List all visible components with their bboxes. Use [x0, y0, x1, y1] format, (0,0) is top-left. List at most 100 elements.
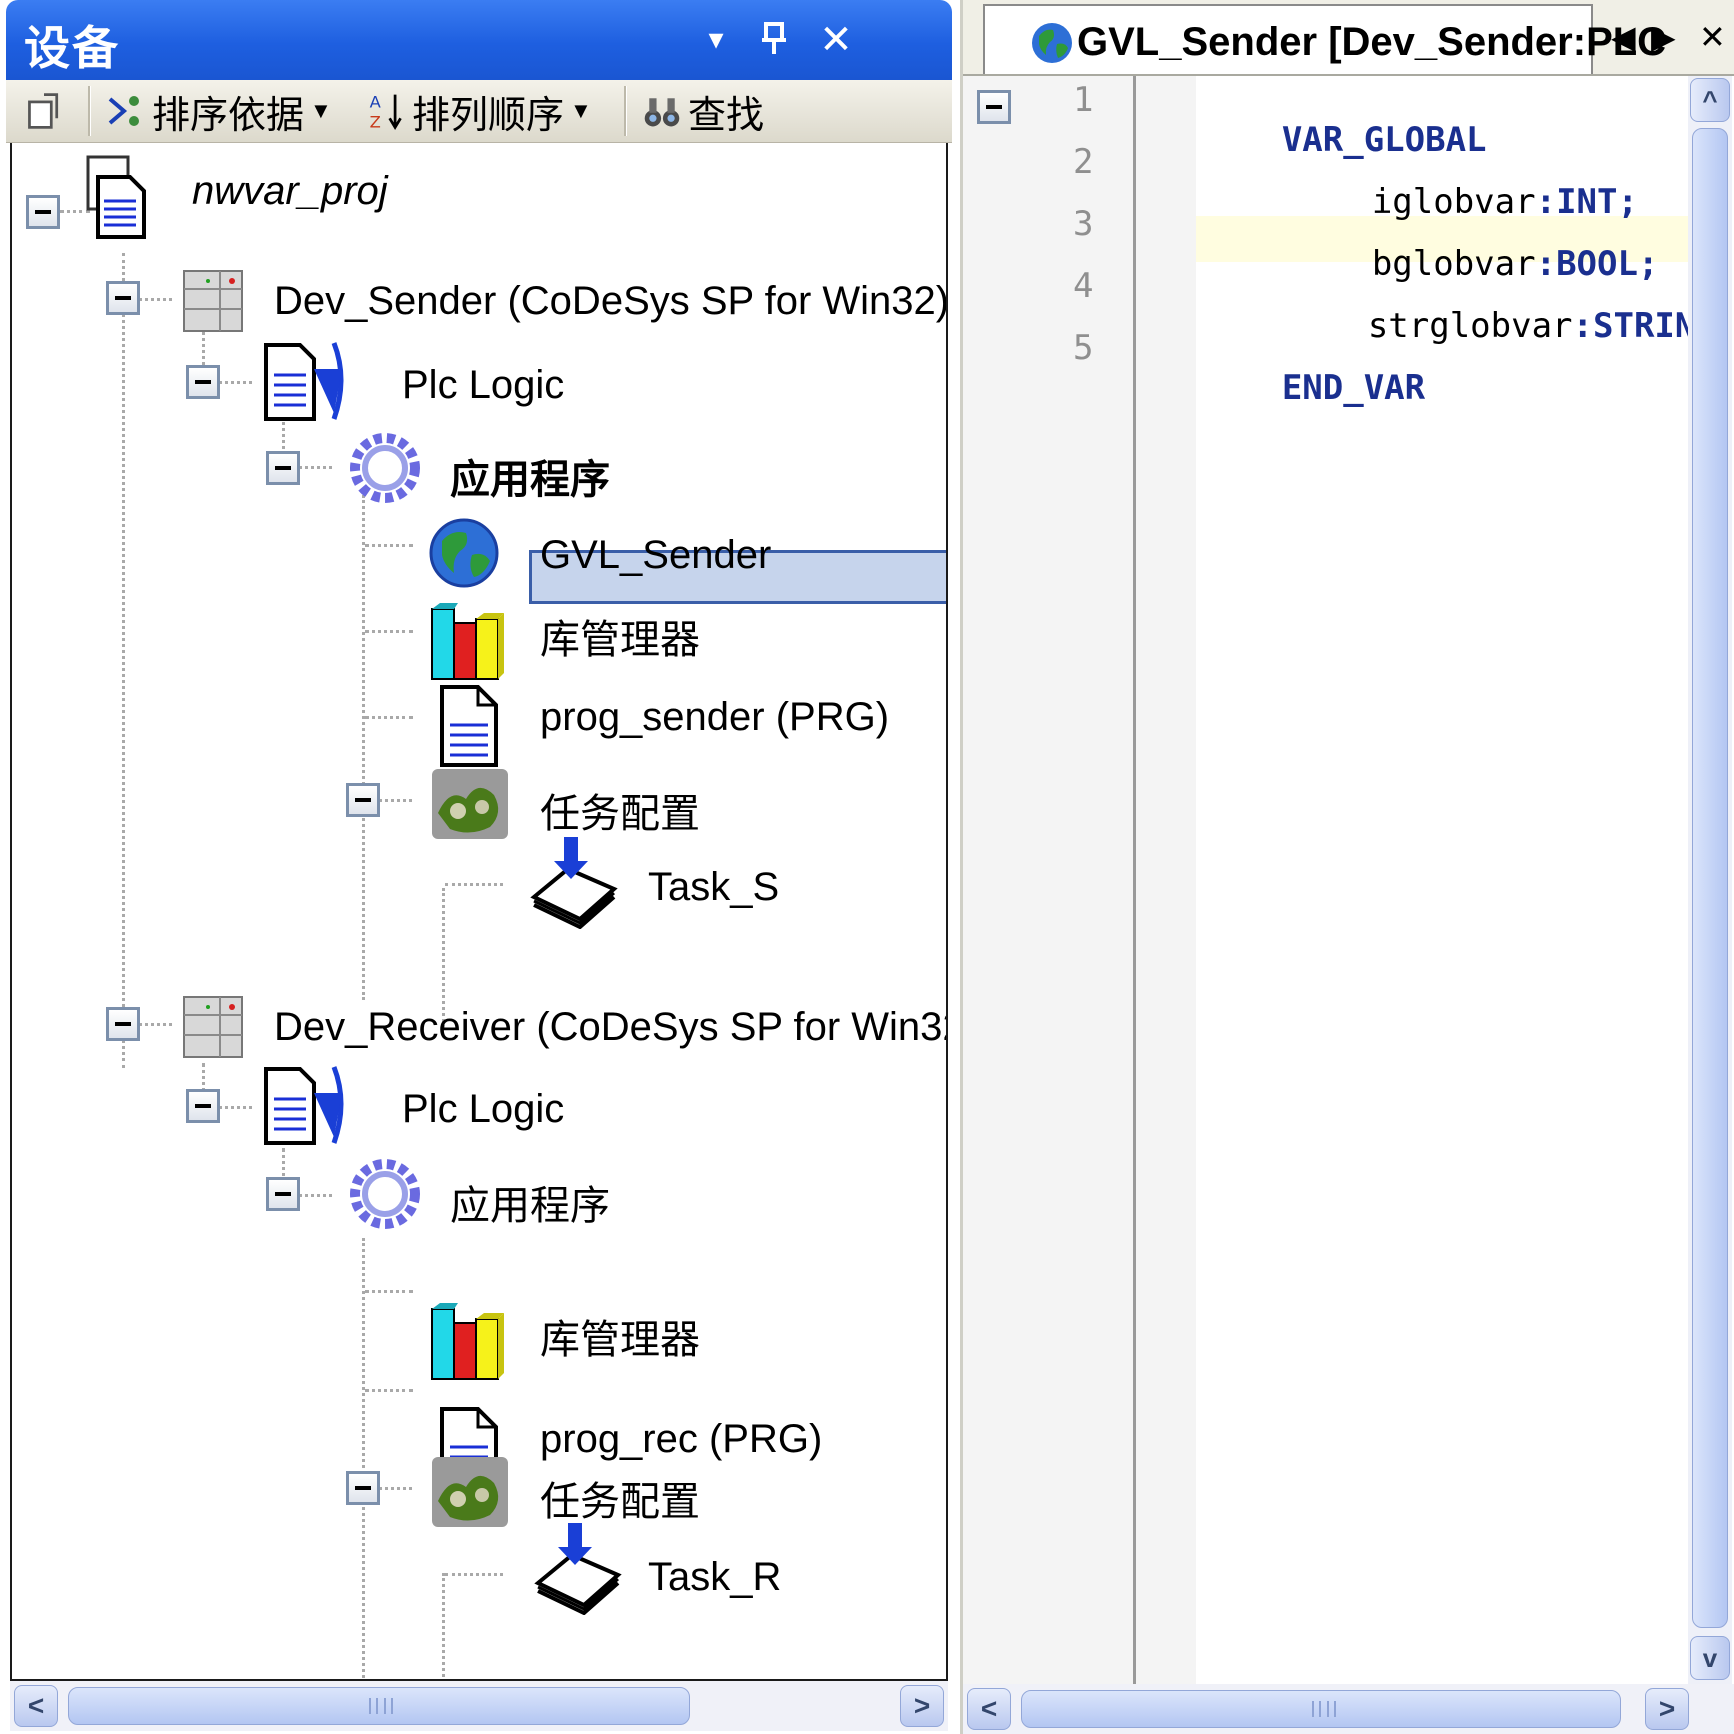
scroll-left-button[interactable]: < [14, 1685, 58, 1727]
collapse-toggle[interactable] [346, 783, 380, 817]
scroll-down-button[interactable]: v [1690, 1636, 1730, 1680]
project-icon [86, 155, 146, 239]
task-label[interactable]: Task_R [648, 1555, 781, 1600]
tab-close-icon[interactable]: ✕ [1699, 18, 1726, 56]
code-line[interactable]: iglobvar:INT; [1249, 142, 1638, 222]
line-number: 3 [1073, 204, 1094, 244]
scroll-thumb[interactable] [68, 1687, 690, 1725]
keyword-token: END_VAR [1281, 368, 1426, 408]
devices-toolbar: 排序依据 ▼ AZ 排列顺序 ▼ 查找 [6, 80, 952, 143]
fold-toggle[interactable] [977, 90, 1011, 124]
globe-icon [429, 518, 499, 588]
collapse-toggle[interactable] [266, 451, 300, 485]
line-number: 1 [1073, 80, 1094, 120]
task-config-icon [432, 769, 508, 839]
library-manager-icon [431, 603, 504, 680]
program-doc-icon [440, 685, 498, 767]
program-label[interactable]: prog_sender (PRG) [540, 695, 889, 740]
plc-logic-label[interactable]: Plc Logic [402, 363, 564, 408]
sort-by-button[interactable]: 排序依据 ▼ [106, 88, 332, 137]
collapse-toggle[interactable] [186, 365, 220, 399]
project-label[interactable]: nwvar_proj [192, 169, 388, 214]
panel-pin-icon[interactable] [752, 18, 796, 62]
task-icon [534, 1523, 622, 1615]
library-manager-label[interactable]: 库管理器 [540, 1307, 700, 1365]
gvl-sender-label[interactable]: GVL_Sender [540, 533, 771, 578]
sort-order-label: 排列顺序 [412, 94, 565, 137]
collapse-toggle[interactable] [106, 281, 140, 315]
tree-connector [365, 1389, 413, 1392]
code-line[interactable]: VAR_GLOBAL [1159, 80, 1487, 160]
editor-tab-title: GVL_Sender [Dev_Sender:PLC [1077, 20, 1667, 64]
tree-connector [365, 1290, 413, 1293]
devices-panel-title: 设备 [24, 22, 120, 74]
code-line[interactable]: END_VAR [1159, 328, 1425, 408]
editor-gutter [1136, 76, 1196, 1684]
device-tree[interactable]: nwvar_proj Dev_Sender (CoDeSys SP for Wi… [10, 143, 948, 1681]
svg-text:A: A [370, 92, 382, 111]
panel-dropdown-icon[interactable]: ▾ [694, 18, 738, 62]
task-label[interactable]: Task_S [648, 865, 779, 910]
code-line[interactable]: strglobvar:STRING; [1245, 266, 1734, 346]
collapse-toggle[interactable] [26, 195, 60, 229]
application-label[interactable]: 应用程序 [450, 1173, 610, 1231]
scroll-right-button[interactable]: > [1645, 1688, 1689, 1730]
scroll-up-button[interactable]: ^ [1690, 78, 1730, 122]
line-number: 5 [1073, 328, 1094, 368]
tree-horizontal-scrollbar[interactable]: < > [10, 1681, 948, 1731]
line-number: 4 [1073, 266, 1094, 306]
collapse-toggle[interactable] [186, 1089, 220, 1123]
task-icon [530, 837, 618, 929]
find-label: 查找 [688, 94, 765, 137]
editor-horizontal-scrollbar[interactable]: < > [963, 1684, 1734, 1734]
editor-tab-strip: GVL_Sender [Dev_Sender:PLC ◀ ▶ ✕ [963, 0, 1734, 76]
toolbar-separator [624, 86, 627, 136]
panel-close-icon[interactable]: ✕ [814, 18, 858, 62]
application-gear-icon [350, 1159, 420, 1229]
library-manager-icon [431, 1303, 504, 1380]
editor-vertical-scrollbar[interactable]: ^ v [1688, 76, 1732, 1684]
tree-connector [362, 1238, 365, 1679]
program-label[interactable]: prog_rec (PRG) [540, 1417, 822, 1462]
globe-icon [1032, 23, 1072, 63]
task-config-icon [432, 1457, 508, 1527]
editor-tab[interactable]: GVL_Sender [Dev_Sender:PLC [983, 4, 1666, 74]
collapse-toggle[interactable] [346, 1471, 380, 1505]
scroll-left-button[interactable]: < [967, 1688, 1011, 1730]
clipboard-icon [28, 93, 59, 129]
tree-connector [445, 883, 503, 886]
device-icon [183, 996, 243, 1058]
code-editor[interactable]: 1 2 3 4 5 VAR_GLOBAL iglobvar:INT; bglob… [963, 76, 1734, 1684]
line-number-gutter: 1 2 3 4 5 [1073, 76, 1136, 1684]
fold-margin [963, 76, 1073, 1684]
device-icon [183, 270, 243, 332]
toolbar-separator [88, 86, 91, 136]
tab-scroll-left-icon[interactable]: ◀ [1611, 18, 1636, 56]
tab-scroll-right-icon[interactable]: ▶ [1651, 18, 1676, 56]
plc-logic-icon [264, 342, 344, 421]
tree-connector [365, 630, 413, 633]
scroll-thumb[interactable] [1021, 1690, 1621, 1728]
plc-logic-icon [264, 1066, 344, 1145]
plc-logic-label[interactable]: Plc Logic [402, 1087, 564, 1132]
sort-by-icon [108, 96, 139, 126]
sort-order-button[interactable]: AZ 排列顺序 ▼ [366, 88, 592, 136]
line-number: 2 [1073, 142, 1094, 182]
thumb-grip-icon [1312, 1701, 1336, 1717]
scroll-thumb[interactable] [1692, 128, 1728, 1628]
device-label[interactable]: Dev_Receiver (CoDeSys SP for Win32) [274, 1005, 946, 1050]
device-label[interactable]: Dev_Sender (CoDeSys SP for Win32) [274, 279, 946, 324]
find-button[interactable]: 查找 [642, 88, 764, 137]
new-object-button[interactable] [24, 88, 70, 134]
az-sort-icon: AZ [370, 92, 402, 131]
collapse-toggle[interactable] [106, 1007, 140, 1041]
task-config-label[interactable]: 任务配置 [540, 781, 700, 839]
tree-connector [122, 253, 125, 1068]
svg-text:Z: Z [370, 112, 381, 131]
application-label[interactable]: 应用程序 [450, 447, 610, 505]
code-line[interactable]: bglobvar:BOOL; [1249, 204, 1659, 284]
collapse-toggle[interactable] [266, 1177, 300, 1211]
binoculars-icon [644, 98, 680, 127]
library-manager-label[interactable]: 库管理器 [540, 607, 700, 665]
scroll-right-button[interactable]: > [900, 1685, 944, 1727]
